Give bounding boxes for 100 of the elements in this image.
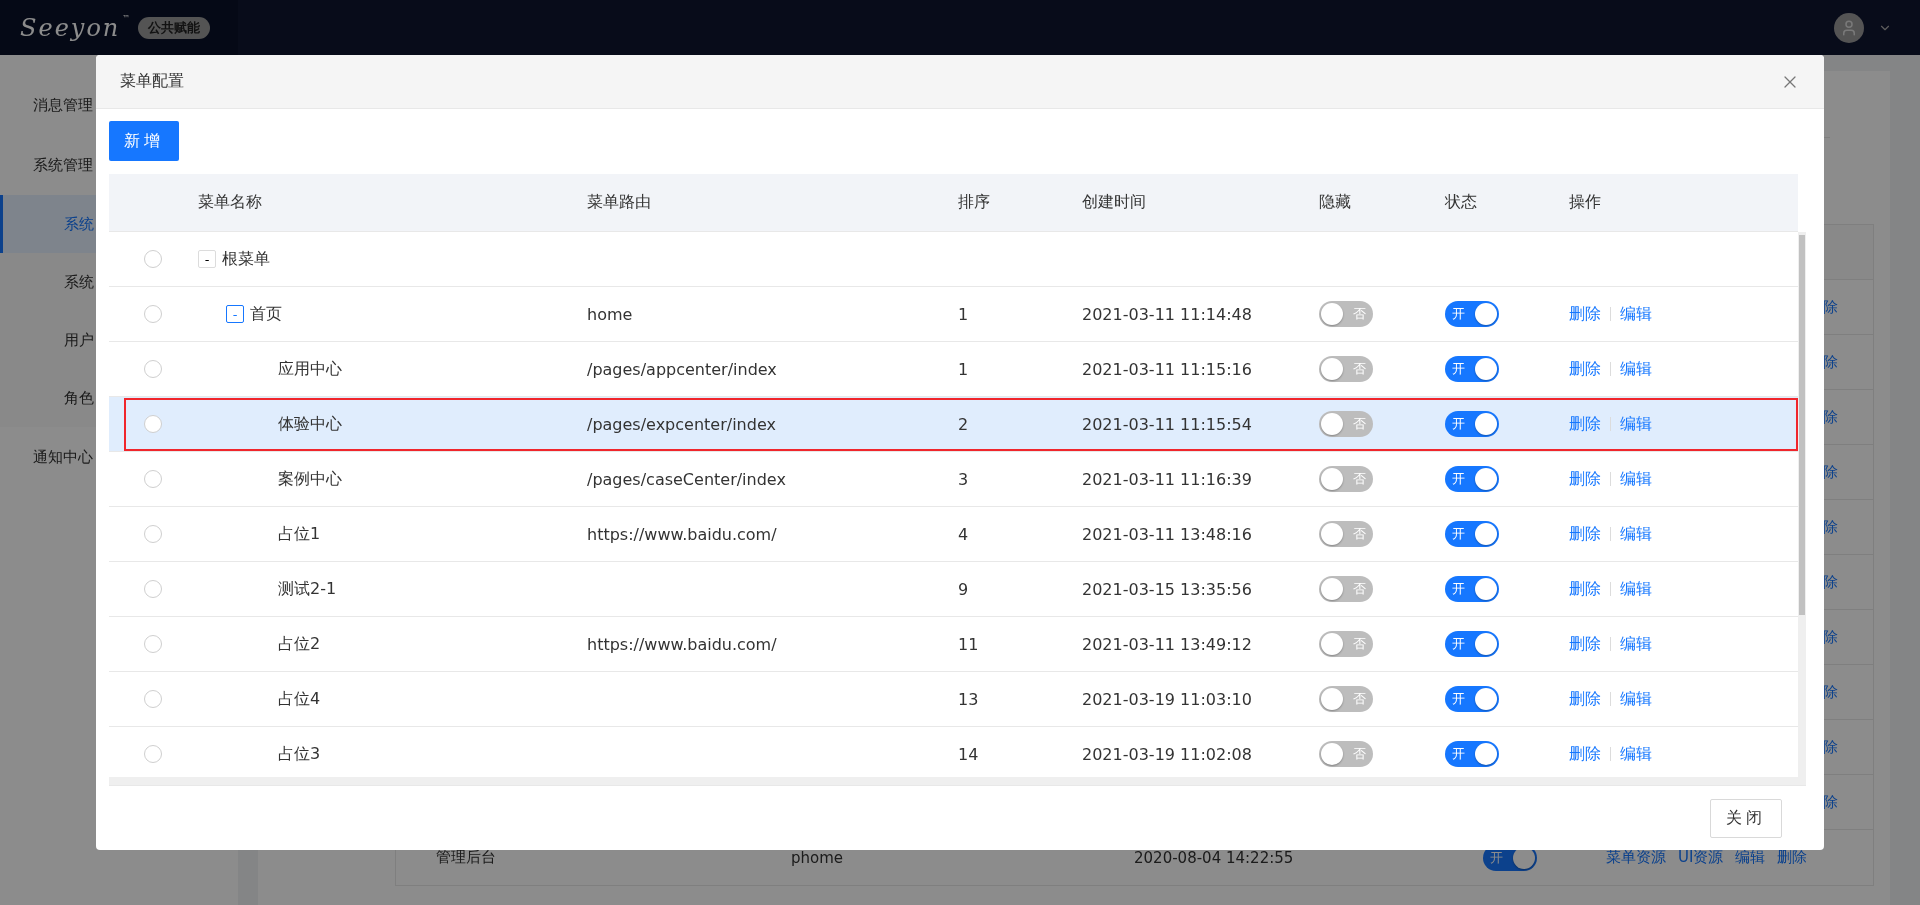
radio-button[interactable] <box>143 470 162 488</box>
toggle-switch[interactable]: 开 <box>1445 576 1499 602</box>
table-cell: 3 <box>958 469 969 489</box>
column-header: 菜单路由 <box>586 192 652 213</box>
column-header: 菜单名称 <box>197 192 263 213</box>
action-link[interactable]: 编辑 <box>1620 523 1652 545</box>
link-text[interactable]: 除 <box>1823 737 1873 757</box>
action-link[interactable]: 编辑 <box>1620 413 1652 435</box>
trademark: ™ <box>122 14 131 23</box>
table-cell: 13 <box>958 689 979 709</box>
action-link[interactable]: 编辑 <box>1620 578 1652 600</box>
radio-button[interactable] <box>143 250 162 268</box>
close-button[interactable]: 关闭 <box>1710 798 1782 838</box>
action-link[interactable]: 删除 <box>1569 358 1601 380</box>
link-text[interactable]: 除 <box>1823 682 1873 702</box>
action-link[interactable]: 删除 <box>1777 848 1808 867</box>
menu-name: 测试2-1 <box>278 578 337 600</box>
action-link[interactable]: 删除 <box>1569 688 1601 710</box>
table-cell: /pages/caseCenter/index <box>587 469 786 489</box>
action-link[interactable]: 删除 <box>1569 523 1601 545</box>
scrollbar[interactable] <box>1798 232 1806 777</box>
add-button[interactable]: 新增 <box>109 121 179 161</box>
toggle-switch[interactable]: 开 <box>1445 741 1499 767</box>
action-link[interactable]: 删除 <box>1569 743 1601 765</box>
table-cell: 11 <box>958 634 979 654</box>
table-cell: /pages/appcenter/index <box>587 359 777 379</box>
action-link[interactable]: 删除 <box>1569 578 1601 600</box>
product-badge: 公共赋能 <box>138 16 211 39</box>
radio-button[interactable] <box>143 305 162 323</box>
collapse-toggle[interactable]: - <box>226 305 244 323</box>
radio-button[interactable] <box>143 580 162 598</box>
menu-name: 占位4 <box>278 688 321 710</box>
action-link[interactable]: 删除 <box>1569 633 1601 655</box>
radio-button[interactable] <box>143 525 162 543</box>
toggle-switch[interactable]: 开 <box>1445 521 1499 547</box>
radio-button[interactable] <box>143 360 162 378</box>
table-cell: 2021-03-19 11:03:10 <box>1082 689 1252 709</box>
action-link[interactable]: 编辑 <box>1620 303 1652 325</box>
column-header: 状态 <box>1444 192 1478 213</box>
toggle-switch[interactable]: 开 <box>1445 301 1499 327</box>
action-link[interactable]: 删除 <box>1569 468 1601 490</box>
table-cell: 2021-03-11 11:15:16 <box>1082 359 1252 379</box>
action-link[interactable]: 编辑 <box>1620 633 1652 655</box>
action-link[interactable]: 删除 <box>1569 303 1601 325</box>
table-cell: 1 <box>958 304 969 324</box>
table-cell: home <box>587 304 633 324</box>
link-text[interactable]: 除 <box>1823 572 1873 592</box>
table-cell: 2021-03-19 11:02:08 <box>1082 744 1252 764</box>
collapse-toggle[interactable]: - <box>198 250 216 268</box>
table-cell: /pages/expcenter/index <box>587 414 776 434</box>
radio-button[interactable] <box>143 415 162 433</box>
menu-name: 占位2 <box>278 633 321 655</box>
action-link[interactable]: 编辑 <box>1620 688 1652 710</box>
table-cell-text: 2020-08-04 14:22:55 <box>1134 848 1295 867</box>
table-cell-text: phome <box>791 848 845 867</box>
toggle-switch[interactable]: 开 <box>1445 686 1499 712</box>
radio-button[interactable] <box>143 635 162 653</box>
toggle-switch[interactable]: 开 <box>1445 466 1499 492</box>
menu-name: 体验中心 <box>278 413 342 435</box>
table-cell: 2021-03-11 11:14:48 <box>1082 304 1252 324</box>
table-cell: 2021-03-11 11:15:54 <box>1082 414 1252 434</box>
action-link[interactable]: 编辑 <box>1620 743 1652 765</box>
column-header: 创建时间 <box>1081 192 1147 213</box>
menu-name: 案例中心 <box>278 468 342 490</box>
table-cell: 4 <box>958 524 969 544</box>
link-text[interactable]: 除 <box>1823 352 1873 372</box>
radio-button[interactable] <box>143 690 162 708</box>
menu-name: 应用中心 <box>278 358 342 380</box>
menu-name: 占位3 <box>278 743 321 765</box>
toggle-switch[interactable]: 开 <box>1445 356 1499 382</box>
table-cell: https://www.baidu.com/ <box>587 524 777 544</box>
table-cell: https://www.baidu.com/ <box>587 634 777 654</box>
table-cell: 2021-03-15 13:35:56 <box>1082 579 1252 599</box>
table-cell: 1 <box>958 359 969 379</box>
link-text[interactable]: 除 <box>1823 517 1873 537</box>
menu-name: 占位1 <box>278 523 321 545</box>
link-text[interactable]: 除 <box>1823 462 1873 482</box>
toggle-switch[interactable]: 开 <box>1445 631 1499 657</box>
table-row[interactable]: 体验中心 /pages/expcenter/index 2 2021-03-11 11:15:54 否 开 删除 编辑 <box>109 397 1798 452</box>
logo: Seeyon <box>20 13 121 42</box>
menu-name: 根菜单 <box>222 248 270 270</box>
column-header: 隐藏 <box>1318 192 1352 213</box>
link-text[interactable]: 除 <box>1823 627 1873 647</box>
link-text[interactable]: 除 <box>1823 407 1873 427</box>
link-text[interactable]: 除 <box>1823 792 1873 812</box>
dialog-title: 菜单配置 <box>120 71 184 92</box>
radio-button[interactable] <box>143 745 162 763</box>
table-cell: 2 <box>958 414 969 434</box>
toggle-switch[interactable]: 开 <box>1445 411 1499 437</box>
menu-name: 首页 <box>250 303 282 325</box>
action-link[interactable]: 删除 <box>1569 413 1601 435</box>
table-cell-text: 管理后台 <box>436 848 497 867</box>
table-cell: 2021-03-11 13:48:16 <box>1082 524 1252 544</box>
action-link[interactable]: 编辑 <box>1620 468 1652 490</box>
action-link[interactable]: 编辑 <box>1620 358 1652 380</box>
action-link[interactable]: 编辑 <box>1735 848 1766 867</box>
action-link[interactable]: UI资源 <box>1678 848 1724 867</box>
link-text[interactable]: 除 <box>1823 297 1873 317</box>
avatar-icon[interactable] <box>1834 12 1864 43</box>
action-link[interactable]: 菜单资源 <box>1606 848 1666 867</box>
